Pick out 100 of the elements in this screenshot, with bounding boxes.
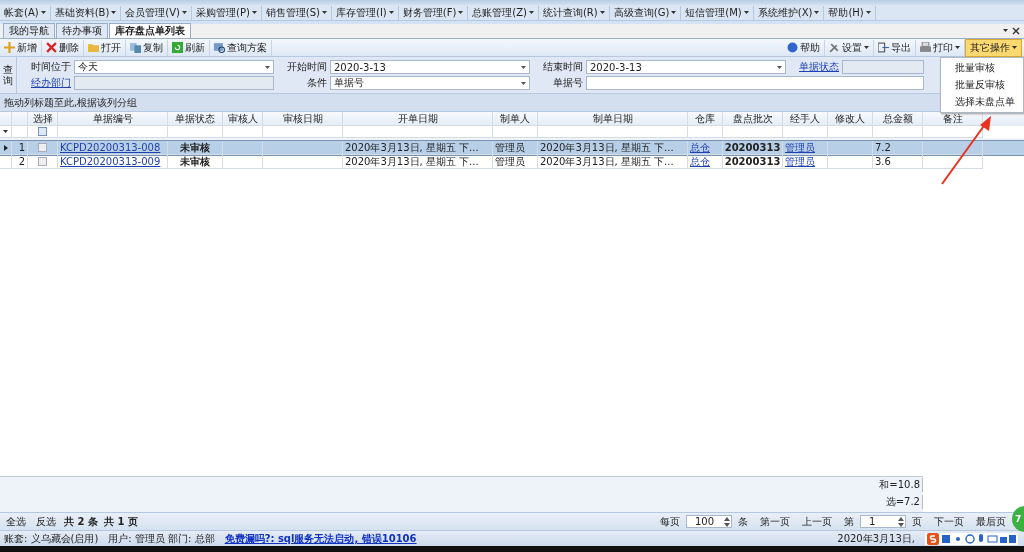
column-header[interactable]: 制单人 bbox=[493, 112, 538, 126]
toolbar-button[interactable]: 设置 bbox=[825, 39, 874, 56]
table-cell: 2020年3月13日, 星期五 下... bbox=[540, 155, 674, 168]
department-field[interactable] bbox=[74, 76, 274, 90]
first-page-link[interactable]: 第一页 bbox=[760, 514, 790, 529]
spinner-arrows-icon bbox=[898, 516, 904, 527]
column-header[interactable]: 单据状态 bbox=[168, 112, 223, 126]
time-range-dropdown[interactable]: 今天 bbox=[74, 60, 274, 74]
delete-icon bbox=[46, 42, 57, 53]
table-cell: 未审核 bbox=[180, 155, 210, 168]
toolbar-button[interactable]: 刷新 bbox=[168, 39, 210, 56]
table-cell[interactable]: 管理员 bbox=[785, 141, 815, 154]
table-row[interactable]: 2 KCPD20200313-009 未审核 2020年3月13日, 星期五 下... 管理员 2020年3月13日, 星期五 下... 总仓 20200313 管理员 3.6 bbox=[0, 155, 1024, 169]
caret-icon bbox=[814, 11, 820, 14]
caret-icon bbox=[322, 11, 327, 14]
caret-icon bbox=[458, 11, 464, 14]
sum-value: 和=10.8 bbox=[879, 478, 923, 492]
menu-item[interactable]: 高级查询(G) bbox=[609, 5, 682, 20]
menu-item[interactable]: 帐套(A) bbox=[0, 5, 51, 20]
previous-page-link[interactable]: 上一页 bbox=[802, 514, 832, 529]
export-icon bbox=[878, 42, 889, 53]
row-number: 1 bbox=[12, 141, 28, 155]
menu-item[interactable]: 系统维护(X) bbox=[753, 5, 825, 20]
search-icon bbox=[214, 42, 225, 53]
column-header[interactable]: 单据编号 bbox=[58, 112, 168, 126]
menu-item[interactable]: 批量审核 bbox=[941, 59, 1023, 76]
table-cell: 未审核 bbox=[180, 141, 210, 154]
column-header[interactable]: 修改人 bbox=[828, 112, 873, 126]
menu-item[interactable]: 批量反审核 bbox=[941, 76, 1023, 93]
column-header[interactable]: 备注 bbox=[923, 112, 983, 126]
table-cell[interactable]: KCPD20200313-008 bbox=[60, 142, 161, 153]
invert-selection-button[interactable]: 反选 bbox=[34, 514, 58, 529]
column-header[interactable]: 经手人 bbox=[783, 112, 828, 126]
status-field[interactable] bbox=[842, 60, 924, 74]
toolbar-button[interactable]: 查询方案 bbox=[210, 39, 272, 56]
column-header[interactable]: 选择 bbox=[28, 112, 58, 126]
toolbar-button[interactable]: 帮助 bbox=[783, 39, 825, 56]
column-header[interactable]: 审核人 bbox=[223, 112, 263, 126]
end-date-dropdown[interactable]: 2020-3-13 bbox=[586, 60, 786, 74]
row-checkbox[interactable] bbox=[38, 157, 47, 166]
notice-link[interactable]: 免费漏吗?: sql服务无法启动, 错误10106 bbox=[224, 531, 417, 546]
table-cell[interactable]: 总仓 bbox=[690, 141, 710, 154]
column-header[interactable]: 制单日期 bbox=[538, 112, 688, 126]
table-cell[interactable]: 总仓 bbox=[690, 155, 710, 168]
menu-item[interactable]: 选择未盘点单 bbox=[941, 93, 1023, 110]
start-date-dropdown[interactable]: 2020-3-13 bbox=[330, 60, 530, 74]
tab[interactable]: 待办事项 bbox=[56, 23, 108, 38]
menu-item[interactable]: 基础资料(B) bbox=[50, 5, 122, 20]
column-header[interactable]: 盘点批次 bbox=[723, 112, 783, 126]
menu-item[interactable]: 短信管理(M) bbox=[681, 5, 754, 20]
column-header[interactable]: 仓库 bbox=[688, 112, 723, 126]
caret-icon bbox=[111, 11, 117, 14]
page-size-spinner[interactable]: 100 bbox=[686, 515, 732, 528]
column-header[interactable]: 审核日期 bbox=[263, 112, 343, 126]
close-icon[interactable] bbox=[1002, 27, 1020, 35]
row-checkbox[interactable] bbox=[38, 143, 47, 152]
last-page-link[interactable]: 最后页 bbox=[976, 514, 1006, 529]
toolbar-button[interactable]: 新增 bbox=[0, 39, 42, 56]
toolbar-button[interactable]: 导出 bbox=[874, 39, 916, 56]
menu-item[interactable]: 统计查询(R) bbox=[538, 5, 610, 20]
table-row[interactable]: 1 KCPD20200313-008 未审核 2020年3月13日, 星期五 下... 管理员 2020年3月13日, 星期五 下... 总仓 20200313 管理员 7.2 bbox=[0, 141, 1024, 155]
user-status: 用户: 管理员 部门: 总部 bbox=[108, 531, 215, 546]
next-page-link[interactable]: 下一页 bbox=[934, 514, 964, 529]
menu-item[interactable]: 帮助(H) bbox=[824, 5, 876, 20]
department-link[interactable]: 经办部门 bbox=[21, 76, 71, 90]
menu-item[interactable]: 库存管理(I) bbox=[332, 5, 399, 20]
tab[interactable]: 我的导航 bbox=[3, 23, 55, 38]
table-cell[interactable]: KCPD20200313-009 bbox=[60, 156, 161, 167]
caret-icon bbox=[182, 11, 187, 14]
column-header[interactable]: 总金额 bbox=[873, 112, 923, 126]
caret-icon bbox=[599, 11, 605, 14]
menu-item[interactable]: 总账管理(Z) bbox=[468, 5, 539, 20]
select-all-button[interactable]: 全选 bbox=[4, 514, 28, 529]
ime-logo-icon[interactable] bbox=[927, 532, 939, 545]
menu-item[interactable]: 销售管理(S) bbox=[261, 5, 332, 20]
toolbar-button[interactable]: 删除 bbox=[42, 39, 84, 56]
caret-icon bbox=[521, 65, 526, 69]
pager-label: 条 bbox=[738, 514, 748, 529]
field-label: 条件 bbox=[306, 76, 327, 90]
caret-icon bbox=[40, 11, 46, 14]
table-cell: 管理员 bbox=[495, 141, 525, 154]
menu-item[interactable]: 会员管理(V) bbox=[121, 5, 192, 20]
tab[interactable]: 库存盘点单列表 bbox=[109, 23, 191, 38]
menu-item[interactable]: 采购管理(P) bbox=[192, 5, 262, 20]
group-hint: 拖动列标题至此,根据该列分组 bbox=[4, 95, 138, 110]
filter-checkbox[interactable] bbox=[38, 127, 47, 136]
table-cell: 2020年3月13日, 星期五 下... bbox=[345, 141, 479, 154]
condition-dropdown[interactable]: 单据号 bbox=[330, 76, 530, 90]
refresh-icon bbox=[172, 42, 183, 53]
copy-icon bbox=[130, 42, 141, 53]
toolbar-button[interactable]: 打开 bbox=[84, 39, 126, 56]
bill-number-field[interactable] bbox=[586, 76, 924, 90]
status-link[interactable]: 单据状态 bbox=[789, 60, 839, 74]
toolbar-button[interactable]: 复制 bbox=[126, 39, 168, 56]
page-number-spinner[interactable]: 1 bbox=[860, 515, 906, 528]
table-cell[interactable]: 管理员 bbox=[785, 155, 815, 168]
annotation-arrow bbox=[940, 114, 994, 185]
menu-item[interactable]: 财务管理(F) bbox=[398, 5, 469, 20]
column-header[interactable]: 开单日期 bbox=[343, 112, 493, 126]
ime-toolbar-icon[interactable] bbox=[942, 533, 1016, 544]
